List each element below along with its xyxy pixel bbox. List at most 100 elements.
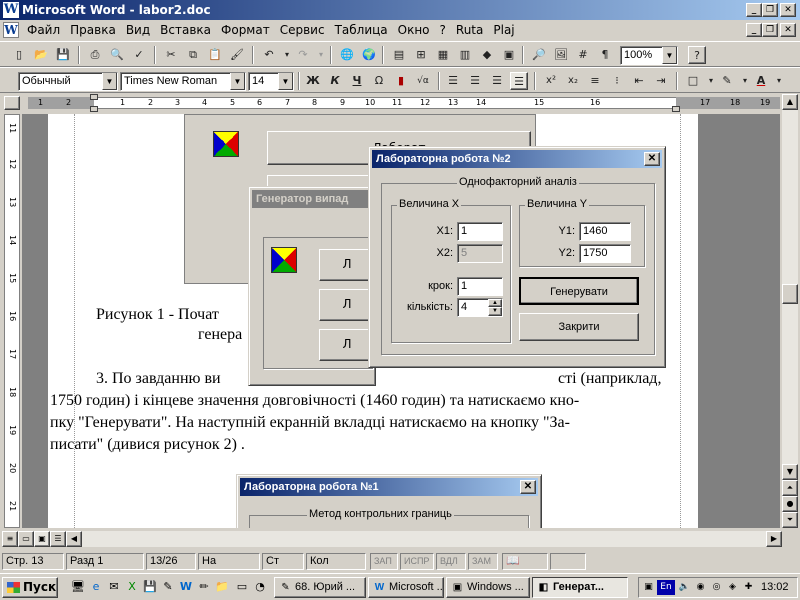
scroll-up-icon[interactable]: ▲ <box>782 94 798 110</box>
zoom-combo[interactable]: 100% ▼ <box>620 46 678 65</box>
grid-icon[interactable]: # <box>574 46 592 64</box>
scroll-right-icon[interactable]: ▶ <box>766 531 782 547</box>
menu-help[interactable]: ? <box>435 23 451 37</box>
style-combo[interactable]: Обычный ▼ <box>18 72 118 91</box>
tray-icon-4[interactable]: ◈ <box>725 580 740 595</box>
subscript-button[interactable]: x₂ <box>564 72 582 90</box>
horizontal-ruler[interactable]: 1 2 1 2 3 4 5 6 7 8 9 10 11 12 13 14 15 … <box>0 94 800 112</box>
vertical-ruler[interactable]: 11 12 13 14 15 16 17 18 19 20 21 <box>4 114 20 528</box>
scroll-down-icon[interactable]: ▼ <box>782 464 798 480</box>
zoom-icon[interactable]: 🔎 <box>530 46 548 64</box>
y2-field[interactable]: 1750 <box>579 244 631 263</box>
status-rec[interactable]: ЗАП <box>370 553 398 570</box>
lab2-close-icon[interactable]: ✕ <box>644 152 660 166</box>
save-quick-icon[interactable]: 💾 <box>142 579 158 595</box>
print-layout-icon[interactable]: ▣ <box>34 531 50 547</box>
superscript-button[interactable]: x² <box>542 72 560 90</box>
lab1-close-icon[interactable]: ✕ <box>520 480 536 494</box>
copy-icon[interactable]: ⧉ <box>184 46 202 64</box>
menu-plaj[interactable]: Plaj <box>488 23 519 37</box>
font-color-dropdown-icon[interactable]: ▾ <box>770 72 788 90</box>
web-layout-icon[interactable]: ▭ <box>18 531 34 547</box>
pen-icon[interactable]: ✎ <box>160 579 176 595</box>
align-center-icon[interactable]: ☰ <box>466 72 484 90</box>
step-field[interactable]: 1 <box>457 277 503 296</box>
spin-down-icon[interactable]: ▼ <box>488 307 502 316</box>
clock[interactable]: 13:02 <box>761 581 789 593</box>
increase-indent-icon[interactable]: ⇥ <box>652 72 670 90</box>
columns-icon[interactable]: ▥ <box>456 46 474 64</box>
size-dropdown-icon[interactable]: ▼ <box>278 73 293 90</box>
generate-button[interactable]: Генерувати <box>519 277 639 305</box>
align-right-icon[interactable]: ☰ <box>488 72 506 90</box>
menu-view[interactable]: Вид <box>121 23 155 37</box>
scroll-thumb[interactable] <box>782 284 798 304</box>
menu-window[interactable]: Окно <box>393 23 435 37</box>
font-dropdown-icon[interactable]: ▼ <box>230 73 245 90</box>
print-icon[interactable]: ⎙ <box>86 46 104 64</box>
show-hide-icon[interactable]: ¶ <box>596 46 614 64</box>
menu-edit[interactable]: Правка <box>65 23 121 37</box>
status-trk[interactable]: ИСПР <box>400 553 434 570</box>
doc-minimize-button[interactable]: _ <box>746 23 762 37</box>
open-folder-icon[interactable]: 📂 <box>32 46 50 64</box>
task-yuriy[interactable]: ✎ 68. Юрий ... <box>274 577 366 598</box>
previous-page-icon[interactable]: ⏶ <box>782 480 798 496</box>
document-quick-icon[interactable]: ▭ <box>234 579 250 595</box>
outlook-icon[interactable]: ✉ <box>106 579 122 595</box>
numbering-icon[interactable]: ≡ <box>586 72 604 90</box>
outline-view-icon[interactable]: ☰ <box>50 531 66 547</box>
clock-app-icon[interactable]: ◔ <box>252 579 268 595</box>
tables-borders-icon[interactable]: ▤ <box>390 46 408 64</box>
zoom-dropdown-icon[interactable]: ▼ <box>662 47 677 64</box>
font-color-icon[interactable]: A <box>752 72 770 90</box>
horizontal-scrollbar[interactable]: ◀ ▶ <box>66 531 782 547</box>
minimize-button[interactable]: _ <box>746 3 762 17</box>
language-indicator[interactable]: En <box>657 580 675 595</box>
count-spinner[interactable]: 4 ▲ ▼ <box>457 298 503 317</box>
highlight-icon[interactable]: ✎ <box>718 72 736 90</box>
help-icon[interactable]: ? <box>688 46 706 64</box>
document-map-icon[interactable]: ▣ <box>500 46 518 64</box>
folder-icon[interactable]: 📁 <box>214 579 230 595</box>
close-dialog-button[interactable]: Закрити <box>519 313 639 341</box>
task-windows[interactable]: ▣ Windows ... <box>446 577 530 598</box>
lab1-title-bar[interactable]: Лабораторна робота №1 ✕ <box>240 478 538 496</box>
normal-view-icon[interactable]: ≡ <box>2 531 18 547</box>
select-browse-object-icon[interactable]: ● <box>782 496 798 512</box>
menu-format[interactable]: Формат <box>216 23 275 37</box>
font-combo[interactable]: Times New Roman ▼ <box>120 72 246 91</box>
restore-button[interactable]: ❐ <box>762 3 778 17</box>
tray-icon-3[interactable]: ◎ <box>709 580 724 595</box>
pencil-icon[interactable]: ✏ <box>196 579 212 595</box>
document-page[interactable]: Лаборат Генератор випад Л Л Л Лабораторн… <box>48 114 698 528</box>
doc-restore-button[interactable]: ❐ <box>762 23 778 37</box>
status-ext[interactable]: ВДЛ <box>436 553 466 570</box>
save-icon[interactable]: 💾 <box>54 46 72 64</box>
show-desktop-icon[interactable]: 🖥 <box>70 579 86 595</box>
document-icon[interactable]: W <box>3 22 19 38</box>
borders-icon[interactable]: □ <box>684 72 702 90</box>
y1-field[interactable]: 1460 <box>579 222 631 241</box>
menu-ruta[interactable]: Ruta <box>451 23 488 37</box>
vertical-scrollbar[interactable]: ▲ ▼ ⏶ ● ⏷ <box>782 94 798 528</box>
x2-field[interactable]: 5 <box>457 244 503 263</box>
decrease-indent-icon[interactable]: ⇤ <box>630 72 648 90</box>
chart-icon[interactable]: ▮ <box>392 72 410 90</box>
new-document-icon[interactable]: ▯ <box>10 46 28 64</box>
drawing-icon[interactable]: ◆ <box>478 46 496 64</box>
menu-file[interactable]: Файл <box>22 23 65 37</box>
bullets-icon[interactable]: ⁝ <box>608 72 626 90</box>
generator-button-3[interactable]: Л <box>319 329 375 361</box>
generator-window[interactable]: Генератор випад Л Л Л <box>248 186 376 386</box>
spelling-status-icon[interactable]: 📖 <box>502 553 548 570</box>
word-icon[interactable]: W <box>178 579 194 595</box>
bold-button[interactable]: Ж <box>304 72 322 90</box>
task-microsoft-word[interactable]: W Microsoft ... <box>368 577 444 598</box>
tray-icon-5[interactable]: ✚ <box>741 580 756 595</box>
generator-title-bar[interactable]: Генератор випад <box>252 190 372 208</box>
left-indent-marker[interactable] <box>90 106 98 112</box>
web-toolbar-icon[interactable]: 🌍 <box>360 46 378 64</box>
excel-icon[interactable]: X <box>124 579 140 595</box>
symbol-button[interactable]: Ω <box>370 72 388 90</box>
